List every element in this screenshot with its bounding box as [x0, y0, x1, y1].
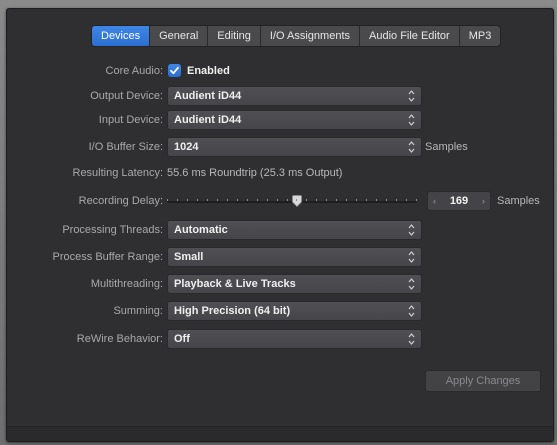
rewire-label: ReWire Behavior: — [76, 333, 163, 345]
slider-tick — [227, 199, 228, 201]
input-device-value: Audient iD44 — [174, 114, 242, 126]
rewire-value: Off — [174, 333, 190, 345]
buffer-range-select[interactable]: Small — [167, 247, 422, 267]
slider-tick — [326, 199, 327, 201]
multithreading-label: Multithreading: — [90, 278, 163, 290]
multithreading-value: Playback & Live Tracks — [174, 278, 296, 290]
slider-tick — [187, 199, 188, 201]
slider-tick — [257, 199, 258, 201]
recording-delay-slider[interactable] — [167, 191, 417, 211]
slider-tick — [336, 199, 337, 201]
slider-tick — [406, 199, 407, 201]
tab-mp3[interactable]: MP3 — [458, 26, 501, 46]
summing-select[interactable]: High Precision (64 bit) — [167, 301, 422, 321]
slider-tick — [316, 199, 317, 201]
slider-tick — [267, 199, 268, 201]
processing-threads-select[interactable]: Automatic — [167, 220, 422, 240]
slider-tick — [167, 199, 168, 201]
core-audio-label: Core Audio: — [105, 65, 163, 77]
recording-delay-stepper[interactable]: ‹ 169 › — [427, 191, 491, 211]
slider-tick — [237, 199, 238, 201]
slider-tick — [247, 199, 248, 201]
summing-value: High Precision (64 bit) — [174, 305, 291, 317]
processing-threads-label: Processing Threads: — [62, 224, 163, 236]
buffer-range-row: Process Buffer Range: Small — [7, 247, 553, 267]
processing-threads-row: Processing Threads: Automatic — [7, 220, 553, 240]
rewire-select[interactable]: Off — [167, 329, 422, 349]
slider-tick — [277, 199, 278, 201]
slider-tick — [366, 199, 367, 201]
input-device-select[interactable]: Audient iD44 — [167, 110, 422, 130]
slider-tick — [346, 199, 347, 201]
recording-delay-label: Recording Delay: — [78, 195, 163, 207]
processing-threads-value: Automatic — [174, 224, 228, 236]
chevron-right-icon[interactable]: › — [482, 192, 485, 210]
io-buffer-unit: Samples — [425, 141, 468, 153]
preferences-tab-bar: Devices General Editing I/O Assignments … — [91, 25, 502, 47]
input-device-label: Input Device: — [98, 114, 163, 126]
latency-label: Resulting Latency: — [72, 167, 164, 179]
io-buffer-label: I/O Buffer Size: — [88, 141, 163, 153]
output-device-select[interactable]: Audient iD44 — [167, 86, 422, 106]
slider-knob-icon[interactable] — [292, 195, 302, 207]
io-buffer-select[interactable]: 1024 — [167, 137, 422, 157]
tab-audio-file-editor[interactable]: Audio File Editor — [359, 26, 459, 46]
popup-arrows-icon — [408, 114, 415, 126]
preferences-window: Devices General Editing I/O Assignments … — [6, 8, 554, 442]
slider-tick — [416, 199, 417, 201]
multithreading-row: Multithreading: Playback & Live Tracks — [7, 274, 553, 294]
core-audio-checkbox[interactable] — [168, 64, 181, 77]
slider-tick — [356, 199, 357, 201]
buffer-range-label: Process Buffer Range: — [52, 251, 163, 263]
popup-arrows-icon — [408, 141, 415, 153]
screen-background: Devices General Editing I/O Assignments … — [0, 0, 557, 445]
slider-tick — [306, 199, 307, 201]
recording-delay-row: Recording Delay: ‹ 169 › Samples — [7, 191, 553, 211]
slider-tick — [296, 199, 297, 201]
slider-tick — [287, 199, 288, 201]
latency-row: Resulting Latency: 55.6 ms Roundtrip (25… — [7, 163, 553, 183]
output-device-value: Audient iD44 — [174, 90, 242, 102]
popup-arrows-icon — [408, 90, 415, 102]
slider-tick — [396, 199, 397, 201]
slider-tick — [217, 199, 218, 201]
output-device-label: Output Device: — [90, 90, 163, 102]
multithreading-select[interactable]: Playback & Live Tracks — [167, 274, 422, 294]
slider-tick — [376, 199, 377, 201]
recording-delay-unit: Samples — [497, 195, 540, 207]
io-buffer-value: 1024 — [174, 141, 199, 153]
checkmark-icon — [170, 66, 179, 75]
output-device-row: Output Device: Audient iD44 — [7, 86, 553, 106]
window-bottom-strip — [7, 426, 553, 441]
buffer-range-value: Small — [174, 251, 204, 263]
summing-row: Summing: High Precision (64 bit) — [7, 301, 553, 321]
latency-value: 55.6 ms Roundtrip (25.3 ms Output) — [167, 167, 343, 179]
core-audio-enabled-label: Enabled — [187, 65, 230, 77]
tab-editing[interactable]: Editing — [207, 26, 260, 46]
slider-tick — [197, 199, 198, 201]
popup-arrows-icon — [408, 224, 415, 236]
tab-io-assignments[interactable]: I/O Assignments — [259, 26, 359, 46]
apply-changes-button[interactable]: Apply Changes — [425, 370, 541, 392]
io-buffer-row: I/O Buffer Size: 1024 Samples — [7, 137, 553, 157]
input-device-row: Input Device: Audient iD44 — [7, 110, 553, 130]
tab-devices[interactable]: Devices — [92, 26, 150, 46]
summing-label: Summing: — [113, 305, 163, 317]
slider-tick — [177, 199, 178, 201]
core-audio-row: Core Audio: Enabled — [7, 61, 553, 81]
popup-arrows-icon — [408, 305, 415, 317]
popup-arrows-icon — [408, 333, 415, 345]
popup-arrows-icon — [408, 251, 415, 263]
rewire-row: ReWire Behavior: Off — [7, 329, 553, 349]
recording-delay-value: 169 — [449, 195, 469, 207]
popup-arrows-icon — [408, 278, 415, 290]
slider-tick — [386, 199, 387, 201]
tab-general[interactable]: General — [149, 26, 207, 46]
slider-tick — [207, 199, 208, 201]
